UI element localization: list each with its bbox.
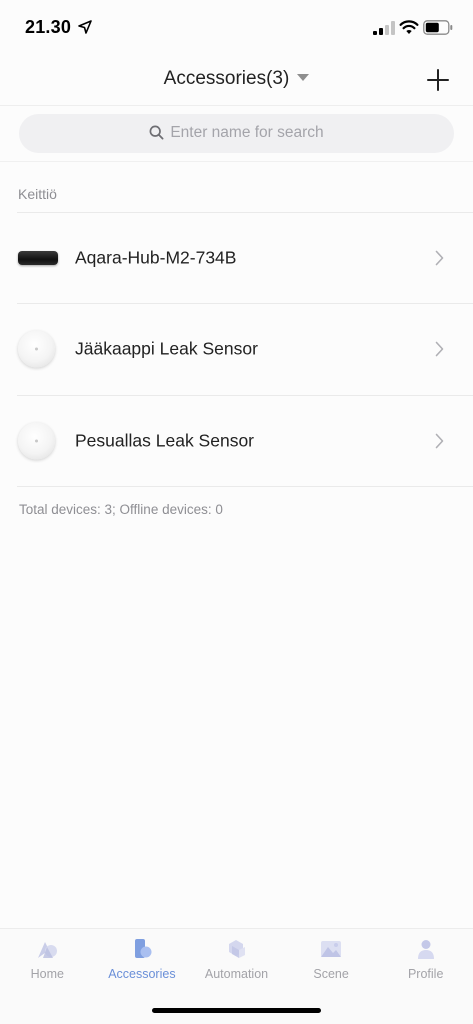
tab-label: Home (30, 967, 64, 981)
tab-label: Accessories (108, 967, 176, 981)
add-accessory-button[interactable] (427, 69, 449, 91)
device-row-hub[interactable]: Aqara-Hub-M2-734B (0, 213, 473, 303)
search-placeholder: Enter name for search (170, 124, 324, 141)
nav-bar: Accessories(3) (0, 54, 473, 106)
tab-label: Scene (313, 967, 349, 981)
tab-automation[interactable]: Automation (189, 929, 284, 989)
leak-sensor-icon (18, 330, 55, 368)
search-icon (149, 125, 164, 140)
page-title: Accessories(3) (163, 68, 290, 89)
search-input[interactable]: Enter name for search (19, 114, 454, 153)
tab-home[interactable]: Home (0, 929, 95, 989)
battery-icon (423, 20, 453, 35)
chevron-right-icon (435, 341, 444, 357)
tab-label: Automation (204, 967, 269, 981)
tab-label: Profile (407, 967, 444, 981)
leak-sensor-icon (18, 422, 55, 460)
device-row-leak-sensor-1[interactable]: Jääkaappi Leak Sensor (0, 304, 473, 394)
status-time: 21.30 (25, 17, 72, 37)
tab-scene[interactable]: Scene (284, 929, 379, 989)
divider (0, 161, 473, 162)
home-icon (38, 942, 58, 958)
status-bar: 21.30 (0, 0, 473, 54)
divider (17, 486, 473, 487)
chevron-right-icon (435, 250, 444, 266)
device-name: Aqara-Hub-M2-734B (75, 247, 237, 268)
scene-icon (321, 941, 342, 957)
device-name: Pesuallas Leak Sensor (75, 430, 254, 451)
hub-icon (18, 251, 58, 265)
wifi-icon (399, 20, 419, 34)
caret-down-icon (297, 74, 310, 82)
device-row-leak-sensor-2[interactable]: Pesuallas Leak Sensor (0, 396, 473, 486)
device-name: Jääkaappi Leak Sensor (75, 338, 258, 359)
automation-icon (229, 940, 246, 958)
home-indicator (152, 1008, 321, 1013)
chevron-right-icon (435, 433, 444, 449)
tab-accessories[interactable]: Accessories (95, 929, 190, 989)
profile-icon (417, 940, 434, 959)
location-arrow-icon (78, 20, 92, 34)
device-summary: Total devices: 3; Offline devices: 0 (19, 502, 223, 517)
cellular-signal-icon (373, 21, 395, 35)
tab-profile[interactable]: Profile (378, 929, 473, 989)
accessories-icon (134, 939, 152, 958)
accessories-dropdown[interactable]: Accessories(3) (0, 68, 473, 90)
accessories-screen: 21.30 Accessories(3) Enter name for sear… (0, 0, 473, 1024)
room-section-label: Keittiö (18, 186, 57, 202)
